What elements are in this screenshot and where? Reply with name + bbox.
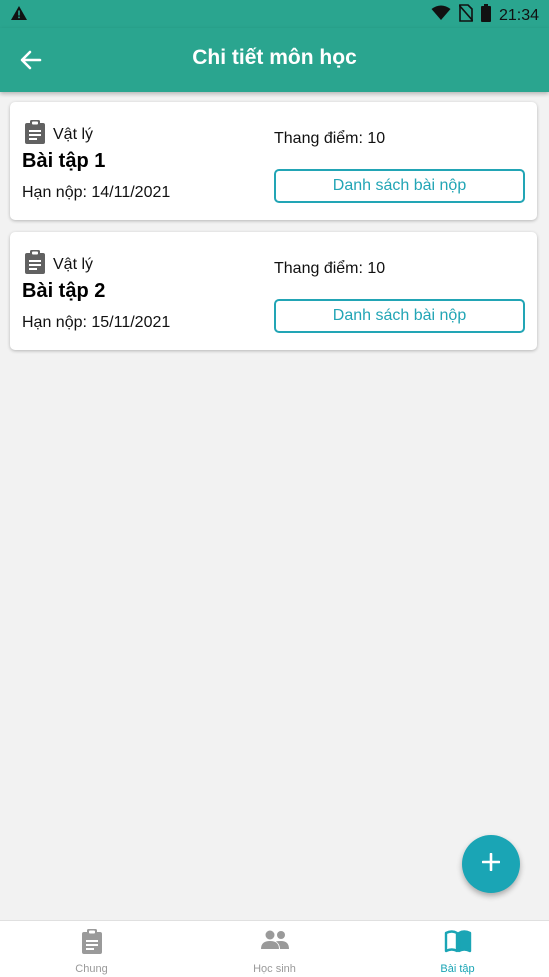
- status-bar: 21:34: [0, 0, 549, 28]
- assignment-subject-label: Vật lý: [53, 125, 94, 143]
- bottom-navigation: Chung Học sinh Bài tập: [0, 920, 549, 977]
- tab-label: Chung: [75, 963, 108, 975]
- wifi-icon: [431, 5, 451, 26]
- assignment-subject: Vật lý: [24, 120, 93, 149]
- submission-list-button[interactable]: Danh sách bài nộp: [274, 169, 525, 203]
- assignment-score-scale: Thang điểm: 10: [274, 260, 386, 277]
- status-time: 21:34: [498, 6, 539, 24]
- tab-assignments[interactable]: Bài tập: [366, 921, 549, 977]
- tab-students[interactable]: Học sinh: [183, 921, 366, 977]
- status-icons: 21:34: [431, 4, 539, 27]
- assignment-name: Bài tập 1: [22, 150, 106, 172]
- tab-general[interactable]: Chung: [0, 921, 183, 977]
- assignment-name: Bài tập 2: [22, 280, 106, 302]
- page-title: Chi tiết môn học: [192, 46, 357, 69]
- clipboard-icon: [24, 250, 46, 279]
- assignment-card[interactable]: Vật lý Bài tập 2 Hạn nộp: 15/11/2021 Tha…: [10, 232, 537, 350]
- book-icon: [444, 929, 472, 958]
- tab-label: Bài tập: [440, 963, 475, 975]
- assignment-deadline: Hạn nộp: 15/11/2021: [22, 314, 171, 331]
- battery-icon: [480, 4, 491, 27]
- assignment-score-scale: Thang điểm: 10: [274, 130, 386, 147]
- assignment-card[interactable]: Vật lý Bài tập 1 Hạn nộp: 14/11/2021 Tha…: [10, 102, 537, 220]
- plus-icon: [481, 852, 501, 876]
- warning-icon: [10, 5, 28, 26]
- assignment-subject: Vật lý: [24, 250, 93, 279]
- people-icon: [260, 929, 289, 956]
- assignment-list: Vật lý Bài tập 1 Hạn nộp: 14/11/2021 Tha…: [10, 102, 537, 362]
- clipboard-icon: [24, 120, 46, 149]
- assignment-deadline: Hạn nộp: 14/11/2021: [22, 184, 171, 201]
- no-sim-icon: [458, 4, 474, 27]
- clipboard-icon: [81, 929, 103, 960]
- app-bar: Chi tiết môn học: [0, 28, 549, 92]
- assignment-subject-label: Vật lý: [53, 255, 94, 273]
- submission-list-button[interactable]: Danh sách bài nộp: [274, 299, 525, 333]
- add-assignment-button[interactable]: [462, 835, 520, 893]
- tab-label: Học sinh: [253, 963, 296, 975]
